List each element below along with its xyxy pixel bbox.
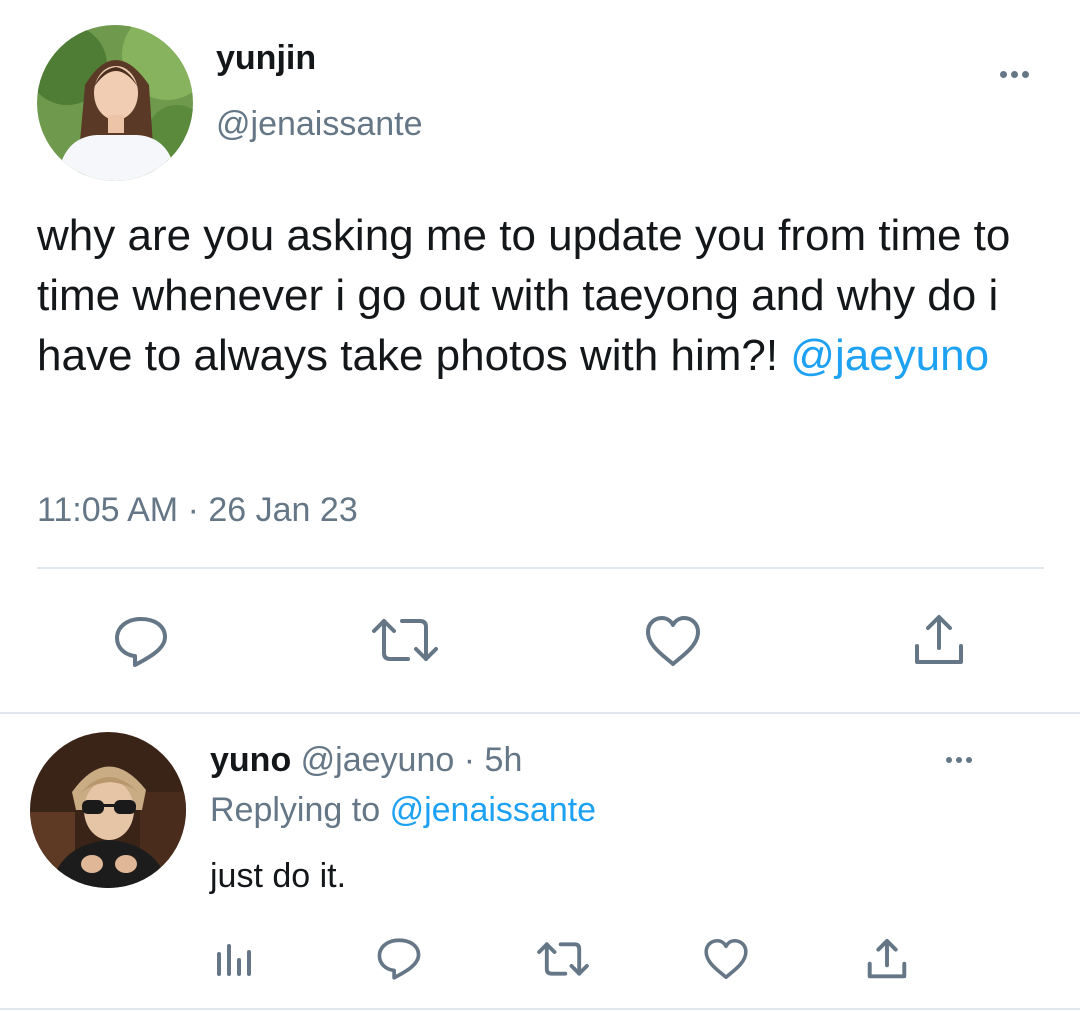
display-name[interactable]: yuno [210,741,291,779]
share-icon[interactable] [912,612,966,668]
analytics-icon[interactable] [215,942,255,978]
avatar[interactable] [30,732,186,888]
time[interactable]: 11:05 AM [37,491,178,529]
more-horizontal-icon[interactable] [1000,71,1029,78]
more-horizontal-icon[interactable] [946,757,972,763]
display-name[interactable]: yunjin [216,38,316,78]
replying-handle-link[interactable]: @jenaissante [390,791,597,829]
date[interactable]: 26 Jan 23 [208,491,357,529]
retweet-icon[interactable] [536,939,590,979]
tweet-text: why are you asking me to update you from… [37,206,1047,386]
reply-icon[interactable] [376,937,422,981]
reply-header: yuno @jaeyuno · 5h [210,740,522,780]
separator: · [187,491,199,529]
handle[interactable]: @jaeyuno [301,741,455,779]
bottom-divider [0,1008,1080,1010]
handle[interactable]: @jenaissante [216,104,423,144]
age[interactable]: 5h [485,741,523,779]
mention-link[interactable]: @jaeyuno [790,331,989,380]
like-icon[interactable] [703,937,749,981]
reply-icon[interactable] [113,615,169,669]
timestamp: 11:05 AM · 26 Jan 23 [37,490,358,530]
replying-to: Replying to @jenaissante [210,790,596,830]
avatar[interactable] [37,25,193,181]
separator: · [463,741,476,779]
divider [37,567,1044,569]
share-icon[interactable] [865,937,909,981]
reply-text: just do it. [210,857,347,895]
section-divider [0,712,1080,714]
retweet-icon[interactable] [370,615,440,665]
replying-label: Replying to [210,791,381,829]
like-icon[interactable] [644,614,702,668]
